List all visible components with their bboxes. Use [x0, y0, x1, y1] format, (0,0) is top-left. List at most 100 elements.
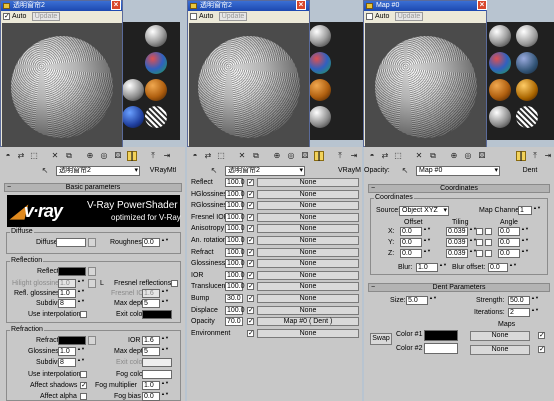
- go-to-parent-icon[interactable]: ⤒: [148, 151, 158, 161]
- map-amount-input[interactable]: 100.0: [225, 282, 245, 292]
- refraction-use-interpolation-checkbox[interactable]: [80, 371, 87, 378]
- map-amount-input[interactable]: 100.0: [225, 224, 245, 234]
- put-to-scene-icon[interactable]: ⇄: [16, 151, 26, 161]
- axis-angle-input[interactable]: 0.0: [498, 238, 520, 247]
- close-icon[interactable]: ×: [111, 0, 121, 10]
- refract-color-swatch[interactable]: [58, 336, 86, 345]
- map-enable-checkbox[interactable]: ✓: [247, 190, 254, 198]
- map-enable-checkbox[interactable]: ✓: [247, 295, 254, 302]
- window-titlebar[interactable]: Map #0: [364, 1, 486, 11]
- color2-map-checkbox[interactable]: ✓: [538, 346, 545, 353]
- map-slot-button[interactable]: None: [257, 282, 359, 292]
- map-slot-button[interactable]: None: [257, 247, 359, 257]
- sample-slot[interactable]: [516, 106, 538, 128]
- refl-glossiness-input[interactable]: 1.0: [58, 289, 76, 298]
- map-amount-input[interactable]: 30.0: [225, 294, 243, 303]
- axis-tile-checkbox[interactable]: [485, 228, 492, 235]
- reset-map-icon[interactable]: ✕: [50, 151, 60, 161]
- iterations-spinner[interactable]: ▲▼: [531, 308, 539, 317]
- size-spinner[interactable]: ▲▼: [429, 296, 437, 305]
- map-enable-checkbox[interactable]: ✓: [247, 329, 254, 337]
- iterations-input[interactable]: 2: [508, 308, 530, 317]
- blur-offset-spinner[interactable]: ▲▼: [509, 263, 517, 272]
- make-unique-icon[interactable]: ⧉: [64, 151, 74, 161]
- sample-slot[interactable]: [489, 106, 511, 128]
- affect-alpha-checkbox[interactable]: [80, 393, 87, 400]
- fog-multiplier-spinner[interactable]: ▲▼: [161, 381, 169, 390]
- sample-slot[interactable]: [489, 25, 511, 47]
- update-button[interactable]: Update: [395, 12, 423, 21]
- make-unique-icon[interactable]: ⧉: [428, 151, 438, 161]
- map-enable-checkbox[interactable]: ✓: [247, 248, 254, 256]
- refraction-glossiness-input[interactable]: 1.0: [58, 347, 76, 356]
- dent-parameters-rollout[interactable]: − Dent Parameters: [368, 283, 550, 292]
- put-to-library-icon[interactable]: ⊕: [449, 151, 459, 161]
- map-enable-checkbox[interactable]: ✓: [247, 225, 254, 233]
- map-slot-button[interactable]: None: [257, 270, 359, 280]
- sample-slot[interactable]: [516, 79, 538, 101]
- map-enable-checkbox[interactable]: ✓: [247, 260, 254, 268]
- pick-material-icon[interactable]: ↖: [209, 166, 219, 176]
- source-dropdown[interactable]: Object XYZ: [399, 206, 449, 216]
- refraction-max-depth-spinner[interactable]: ▲▼: [161, 347, 169, 356]
- window-titlebar[interactable]: 透明窗帘2: [188, 1, 309, 11]
- coordinates-rollout[interactable]: − Coordinates: [368, 184, 550, 193]
- refraction-glossiness-spinner[interactable]: ▲▼: [77, 347, 85, 356]
- reflection-exit-color-swatch[interactable]: [142, 310, 172, 319]
- color2-swatch[interactable]: [424, 343, 458, 354]
- affect-shadows-checkbox[interactable]: ✓: [80, 382, 87, 389]
- reflection-max-depth-input[interactable]: 5: [142, 299, 160, 308]
- map-amount-input[interactable]: 100.0: [225, 259, 245, 269]
- map-channel-spinner[interactable]: ▲▼: [533, 206, 541, 215]
- axis-mirror-checkbox[interactable]: [476, 228, 483, 235]
- material-effects-channel-icon[interactable]: ◎: [286, 151, 296, 161]
- map-enable-checkbox[interactable]: ✓: [247, 237, 254, 244]
- sample-slot[interactable]: [145, 106, 167, 128]
- diffuse-color-swatch[interactable]: [56, 238, 86, 247]
- map-slot-button[interactable]: None: [257, 224, 359, 234]
- put-to-scene-icon[interactable]: ⇄: [203, 151, 213, 161]
- pick-material-icon[interactable]: ↖: [400, 166, 410, 176]
- axis-angle-spinner[interactable]: ▲▼: [521, 238, 529, 247]
- map-slot-button[interactable]: None: [257, 259, 359, 269]
- update-button[interactable]: Update: [219, 12, 247, 21]
- hilight-glossiness-input[interactable]: 1.0: [58, 279, 76, 288]
- axis-offset-input[interactable]: 0.0: [400, 249, 422, 258]
- map-slot-button[interactable]: None: [257, 212, 359, 222]
- put-to-library-icon[interactable]: ⊕: [272, 151, 282, 161]
- axis-offset-spinner[interactable]: ▲▼: [423, 227, 431, 236]
- sample-slot[interactable]: [122, 106, 144, 128]
- blur-input[interactable]: 1.0: [416, 263, 438, 272]
- axis-offset-input[interactable]: 0.0: [400, 238, 422, 247]
- sample-slot[interactable]: [309, 79, 331, 101]
- map-slot-button[interactable]: None: [257, 294, 359, 303]
- sample-slot[interactable]: [145, 52, 167, 74]
- map-enable-checkbox[interactable]: ✓: [247, 318, 254, 326]
- go-to-parent-icon[interactable]: ⤒: [530, 151, 540, 161]
- auto-checkbox[interactable]: [366, 13, 373, 20]
- update-button[interactable]: Update: [32, 12, 60, 21]
- refraction-subdivs-input[interactable]: 8: [58, 358, 76, 367]
- show-end-result-icon[interactable]: ┃: [314, 151, 324, 161]
- map-enable-checkbox[interactable]: ✓: [247, 213, 254, 221]
- map-slot-button[interactable]: None: [257, 305, 359, 315]
- material-name-field[interactable]: 透明窗帘2: [56, 166, 140, 176]
- show-map-in-viewport-icon[interactable]: ⚄: [477, 151, 487, 161]
- refraction-max-depth-input[interactable]: 5: [142, 347, 160, 356]
- show-end-result-icon[interactable]: ┃: [127, 151, 137, 161]
- blur-spinner[interactable]: ▲▼: [439, 263, 447, 272]
- get-material-icon[interactable]: ◓: [3, 151, 13, 161]
- size-input[interactable]: 5.0: [406, 296, 428, 305]
- map-enable-checkbox[interactable]: ✓: [247, 271, 254, 279]
- axis-mirror-checkbox[interactable]: [476, 250, 483, 257]
- map-amount-input[interactable]: 100.0: [225, 178, 245, 187]
- refraction-subdivs-spinner[interactable]: ▲▼: [77, 358, 85, 367]
- material-effects-channel-icon[interactable]: ◎: [463, 151, 473, 161]
- material-type-button[interactable]: VRayM: [337, 166, 362, 176]
- hilight-glossiness-spinner[interactable]: ▲▼: [77, 279, 85, 288]
- make-unique-icon[interactable]: ⧉: [251, 151, 261, 161]
- map-slot-button[interactable]: None: [257, 201, 359, 211]
- reflect-color-swatch[interactable]: [58, 267, 86, 276]
- sample-slot[interactable]: [516, 25, 538, 47]
- axis-tiling-input[interactable]: 0.039: [446, 249, 468, 258]
